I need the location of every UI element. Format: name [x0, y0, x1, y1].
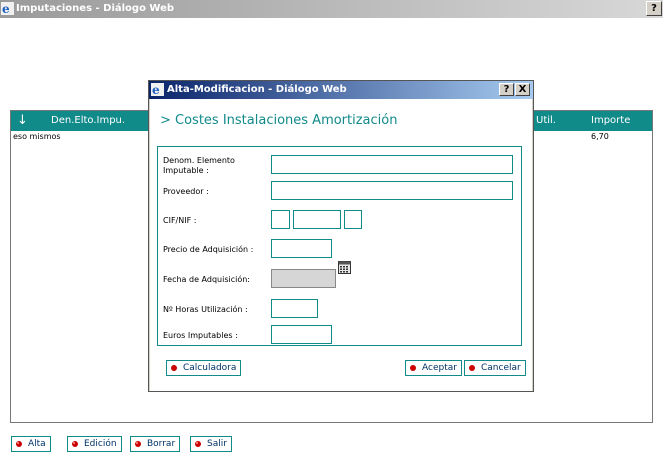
sort-down-arrow-icon[interactable]: ↓: [17, 113, 28, 128]
bullet-icon: [171, 365, 177, 371]
column-header-den-elto[interactable]: Den.Elto.Impu.: [51, 115, 125, 126]
dialog-title-bar[interactable]: e Alta-Modificacion - Diálogo Web ? X: [149, 81, 533, 99]
denom-elemento-field[interactable]: [271, 155, 513, 174]
bullet-icon: [16, 441, 22, 447]
denom-label: Denom. Elemento Imputable :: [163, 156, 235, 176]
cif-number-field[interactable]: [293, 210, 341, 229]
euros-label: Euros Imputables :: [163, 331, 238, 340]
outer-window-title: Imputaciones - Diálogo Web: [16, 3, 175, 14]
borrar-button[interactable]: Borrar: [130, 436, 181, 452]
column-header-util[interactable]: Util.: [536, 115, 556, 126]
bullet-icon: [195, 441, 201, 447]
denom-label-line2: Imputable :: [163, 166, 209, 175]
proveedor-field[interactable]: [271, 181, 513, 200]
dialog-close-button[interactable]: X: [515, 83, 530, 96]
cell-den-elto: eso mismos: [13, 132, 61, 141]
outer-title-bar: e Imputaciones - Diálogo Web ?: [0, 0, 663, 18]
bullet-icon: [135, 441, 141, 447]
cancelar-button[interactable]: Cancelar: [464, 360, 526, 376]
dialog-body: > Costes Instalaciones Amortización Deno…: [150, 99, 532, 391]
alta-button-label: Alta: [28, 439, 46, 449]
section-title: > Costes Instalaciones Amortización: [160, 113, 398, 128]
cancelar-button-label: Cancelar: [481, 363, 521, 373]
horas-label: Nº Horas Utilización :: [163, 305, 248, 314]
cif-check-field[interactable]: [344, 210, 362, 229]
calculadora-button[interactable]: Calculadora: [166, 360, 242, 376]
horas-utilizacion-field[interactable]: [271, 299, 318, 318]
edicion-button-label: Edición: [84, 439, 117, 449]
svg-text:e: e: [2, 2, 10, 15]
precio-label: Precio de Adquisición :: [163, 245, 254, 254]
euros-imputables-field[interactable]: [271, 325, 332, 344]
outer-help-button[interactable]: ?: [646, 1, 662, 16]
cif-letter-field[interactable]: [271, 210, 290, 229]
form-box: Denom. Elemento Imputable : Proveedor : …: [157, 146, 522, 346]
bullet-icon: [469, 365, 475, 371]
cell-importe: 6,70: [591, 132, 609, 141]
aceptar-button[interactable]: Aceptar: [405, 360, 462, 376]
calculadora-button-label: Calculadora: [183, 363, 237, 373]
dialog-help-button[interactable]: ?: [499, 83, 514, 96]
alta-button[interactable]: Alta: [11, 436, 51, 452]
precio-field[interactable]: [271, 239, 332, 258]
svg-text:e: e: [152, 83, 160, 96]
ie-icon: e: [1, 2, 14, 15]
salir-button-label: Salir: [207, 439, 227, 449]
proveedor-label: Proveedor :: [163, 187, 209, 196]
edicion-button[interactable]: Edición: [67, 436, 122, 452]
bullet-icon: [410, 365, 416, 371]
denom-label-line1: Denom. Elemento: [163, 156, 235, 165]
borrar-button-label: Borrar: [147, 439, 176, 449]
bullet-icon: [72, 441, 78, 447]
aceptar-button-label: Aceptar: [422, 363, 457, 373]
column-header-importe[interactable]: Importe: [591, 115, 630, 126]
cif-nif-label: CIF/NIF :: [163, 216, 197, 225]
calendar-icon[interactable]: [338, 261, 351, 274]
alta-modificacion-dialog: e Alta-Modificacion - Diálogo Web ? X > …: [148, 80, 534, 392]
fecha-label: Fecha de Adquisición:: [163, 275, 250, 284]
dialog-title: Alta-Modificacion - Diálogo Web: [167, 84, 347, 95]
ie-icon: e: [151, 83, 164, 96]
salir-button[interactable]: Salir: [190, 436, 232, 452]
fecha-field: [271, 269, 336, 288]
